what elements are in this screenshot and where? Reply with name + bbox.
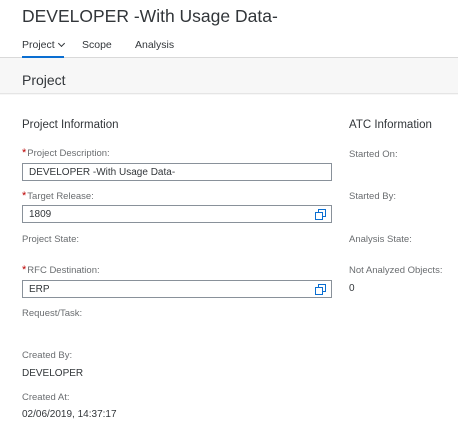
tab-analysis-label: Analysis: [135, 39, 175, 51]
started-by-label: Started By:: [349, 191, 396, 202]
value-help-icon[interactable]: [315, 209, 326, 220]
started-on-label: Started On:: [349, 149, 398, 160]
required-indicator: *: [22, 147, 27, 159]
project-state-label: Project State:: [22, 234, 80, 245]
atc-information-title: ATC Information: [349, 119, 432, 131]
project-information-title: Project Information: [22, 119, 119, 131]
created-by-value: DEVELOPER: [22, 368, 84, 379]
tab-analysis[interactable]: Analysis: [135, 39, 174, 58]
not-analyzed-objects-value: 0: [349, 283, 355, 294]
tab-project-label: Project: [22, 39, 55, 51]
target-release-field[interactable]: 1809: [22, 205, 332, 223]
object-page-header: DEVELOPER -With Usage Data- Project Scop…: [0, 0, 458, 58]
target-release-label: *Target Release:: [22, 190, 94, 202]
project-description-field[interactable]: DEVELOPER -With Usage Data-: [22, 163, 332, 181]
required-indicator: *: [22, 264, 27, 276]
section-title: Project: [22, 72, 66, 88]
analysis-state-label: Analysis State:: [349, 234, 412, 245]
project-description-value: DEVELOPER -With Usage Data-: [29, 167, 176, 178]
request-task-label: Request/Task:: [22, 308, 83, 319]
rfc-destination-field[interactable]: ERP: [22, 280, 332, 298]
tab-scope[interactable]: Scope: [82, 39, 112, 58]
page-title: DEVELOPER -With Usage Data-: [22, 6, 278, 26]
value-help-icon[interactable]: [315, 284, 326, 295]
created-at-value: 02/06/2019, 14:37:17: [22, 409, 117, 420]
not-analyzed-objects-label: Not Analyzed Objects:: [349, 265, 443, 276]
project-description-label: *Project Description:: [22, 147, 110, 159]
required-indicator: *: [22, 190, 27, 202]
created-at-label: Created At:: [22, 392, 70, 403]
target-release-value: 1809: [29, 209, 52, 220]
section-header: Project: [0, 59, 458, 94]
rfc-destination-value: ERP: [29, 284, 50, 295]
rfc-destination-label: *RFC Destination:: [22, 264, 100, 276]
section-content: Project Information *Project Description…: [0, 95, 458, 422]
created-by-label: Created By:: [22, 350, 73, 361]
tab-scope-label: Scope: [82, 39, 112, 51]
chevron-down-icon: [57, 39, 65, 48]
tab-project[interactable]: Project: [22, 39, 65, 58]
